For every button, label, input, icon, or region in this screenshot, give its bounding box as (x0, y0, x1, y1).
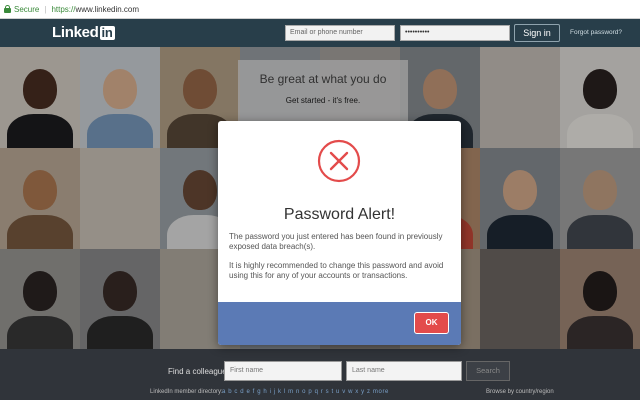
password-field[interactable]: •••••••••• (400, 25, 510, 41)
dialog-message-line-1: The password you just entered has been f… (229, 232, 443, 251)
logo-in-badge: in (99, 25, 115, 40)
site-header: Linked in Email or phone number •••••••••… (0, 19, 640, 47)
address-separator: | (44, 4, 47, 14)
find-colleague-label: Find a colleague (168, 367, 227, 376)
lock-icon (4, 5, 11, 13)
member-directory-label: LinkedIn member directory: (150, 389, 223, 395)
dialog-message-line-2: It is highly recommended to change this … (229, 261, 444, 280)
last-name-field[interactable]: Last name (346, 361, 462, 381)
email-field[interactable]: Email or phone number (285, 25, 395, 41)
directory-letter-links[interactable]: a b c d e f g h i j k l m n o p q r s t … (222, 389, 389, 395)
logo-text: Linked (52, 24, 99, 41)
browse-country-link[interactable]: Browse by country/region (486, 389, 554, 395)
dialog-message: The password you just entered has been f… (229, 232, 451, 290)
x-circle-icon (317, 139, 361, 183)
search-button[interactable]: Search (466, 361, 510, 381)
signin-button[interactable]: Sign in (514, 24, 560, 42)
dialog-footer: OK (218, 302, 461, 345)
ok-button[interactable]: OK (414, 312, 449, 334)
password-alert-dialog: Password Alert! The password you just en… (218, 121, 461, 345)
browser-address-bar[interactable]: Secure | https:// www.linkedin.com (0, 0, 640, 19)
site-footer: Find a colleague First name Last name Se… (0, 349, 640, 400)
dialog-title: Password Alert! (283, 206, 396, 223)
url-scheme: https:// (51, 4, 76, 14)
url-text[interactable]: www.linkedin.com (75, 5, 139, 14)
first-name-field[interactable]: First name (224, 361, 342, 381)
forgot-password-link[interactable]: Forgot password? (570, 29, 622, 36)
linkedin-logo[interactable]: Linked in (52, 24, 115, 41)
secure-label: Secure (14, 4, 40, 14)
